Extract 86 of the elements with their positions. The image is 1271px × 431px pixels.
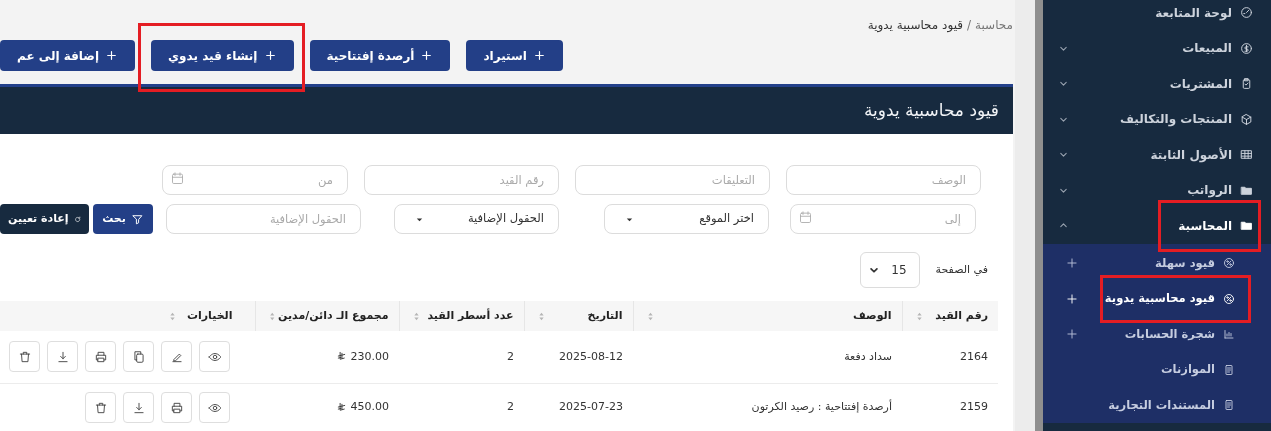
filter-icon <box>130 212 144 226</box>
search-button[interactable]: بحث <box>93 204 153 234</box>
table-cell: 230.00 <box>335 348 389 365</box>
pencil-button[interactable] <box>161 341 192 373</box>
sidebar-subitem[interactable]: قيود سهلة <box>1155 254 1235 272</box>
card-title: قيود محاسبية يدوية <box>864 98 999 122</box>
text-field[interactable]: التعليقات <box>575 165 770 195</box>
scrollbar[interactable] <box>1035 0 1043 431</box>
plus-icon <box>263 49 277 62</box>
sidebar-item[interactable]: المبيعات <box>1182 39 1253 58</box>
trash-icon <box>17 349 32 364</box>
select-field[interactable]: الحقول الإضافية <box>394 204 559 234</box>
dollar-icon <box>1240 41 1253 55</box>
table-cell: 2025-08-12 <box>559 349 623 363</box>
grid-icon <box>1240 148 1253 162</box>
currency-icon <box>335 351 347 363</box>
action-button[interactable]: إنشاء قيد يدوي <box>151 40 294 71</box>
table-cell: أرصدة إفتتاحية : رصيد الكرتون <box>751 400 892 414</box>
printer-button[interactable] <box>161 392 192 423</box>
sidebar-subitem[interactable]: شجرة الحسابات <box>1124 325 1235 343</box>
download-icon <box>55 349 70 364</box>
breadcrumb-link[interactable]: محاسبة <box>975 16 1013 34</box>
action-button[interactable]: إضافة إلى عم <box>0 40 136 71</box>
sidebar-item[interactable]: الأصول الثابتة <box>1150 145 1253 164</box>
sidebar-subitem[interactable]: الموازنات <box>1161 361 1235 379</box>
calendar-icon <box>798 210 813 225</box>
sidebar-item[interactable]: الرواتب <box>1187 181 1253 200</box>
copy-button[interactable] <box>123 341 154 373</box>
plus-icon[interactable] <box>1065 291 1079 306</box>
download-button[interactable] <box>47 341 78 373</box>
column-header[interactable]: التاريخ <box>587 307 623 325</box>
date-field[interactable]: إلى <box>790 204 976 234</box>
cube-icon <box>1240 112 1253 126</box>
table-cell: سداد دفعة <box>844 349 892 363</box>
sidebar-item[interactable]: المنتجات والتكاليف <box>1120 110 1253 129</box>
plus-icon[interactable] <box>1065 327 1079 342</box>
text-field[interactable]: الوصف <box>786 165 981 195</box>
reset-button[interactable]: إعادة تعيين <box>0 204 89 234</box>
document-icon <box>1223 363 1235 376</box>
table-cell: 2 <box>507 349 514 363</box>
text-field[interactable]: رقم القيد <box>364 165 559 195</box>
select-field[interactable]: اختر الموقع <box>604 204 769 234</box>
download-button[interactable] <box>123 392 154 423</box>
plus-icon <box>105 49 119 62</box>
percent-badge-icon <box>1223 292 1235 305</box>
currency-icon <box>335 402 347 413</box>
copy-icon <box>131 349 146 364</box>
sidebar-item[interactable]: لوحة المتابعة <box>1155 3 1253 22</box>
gauge-icon <box>1240 6 1253 20</box>
printer-button[interactable] <box>85 341 116 373</box>
column-header[interactable]: الخيارات <box>186 307 233 325</box>
action-button[interactable]: استيراد <box>466 40 563 71</box>
page-size-select[interactable]: 15 <box>859 252 920 288</box>
column-header[interactable]: الوصف <box>852 307 892 325</box>
eye-button[interactable] <box>199 341 230 373</box>
page-size-label: في الصفحة <box>935 261 988 278</box>
plus-icon <box>420 49 434 62</box>
document-icon <box>1223 399 1235 412</box>
plus-icon <box>532 49 546 62</box>
eye-button[interactable] <box>199 392 230 423</box>
table-cell: 2164 <box>960 349 988 363</box>
breadcrumb-current: قيود محاسبية يدوية <box>867 17 963 34</box>
trash-icon <box>93 400 108 415</box>
table-cell: 2 <box>507 400 514 414</box>
sidebar-subitem[interactable]: قيود محاسبية يدوية <box>1104 290 1235 308</box>
text-field[interactable]: الحقول الإضافية <box>166 204 361 234</box>
clipboard-icon <box>1240 77 1253 91</box>
table-cell: 450.00 <box>335 399 389 416</box>
printer-icon <box>93 349 108 364</box>
breadcrumb-separator: / <box>967 17 972 34</box>
sidebar-subitem[interactable]: المستندات التجارية <box>1108 396 1235 414</box>
download-icon <box>131 400 146 415</box>
calendar-icon <box>170 171 185 186</box>
trash-button[interactable] <box>85 392 116 423</box>
table-cell: 2025-07-23 <box>559 400 623 414</box>
date-field[interactable]: من <box>162 165 348 195</box>
chart-icon <box>1223 328 1235 341</box>
table-cell: 2159 <box>960 400 988 414</box>
sidebar-item[interactable]: المشتريات <box>1169 74 1253 93</box>
plus-icon[interactable] <box>1065 256 1079 271</box>
folder-icon <box>1240 219 1253 233</box>
trash-button[interactable] <box>9 341 40 373</box>
percent-badge-icon <box>1223 257 1235 270</box>
action-button[interactable]: أرصدة إفتتاحية <box>309 40 451 71</box>
printer-icon <box>169 400 184 415</box>
sidebar-item[interactable]: المحاسبة <box>1178 216 1253 235</box>
